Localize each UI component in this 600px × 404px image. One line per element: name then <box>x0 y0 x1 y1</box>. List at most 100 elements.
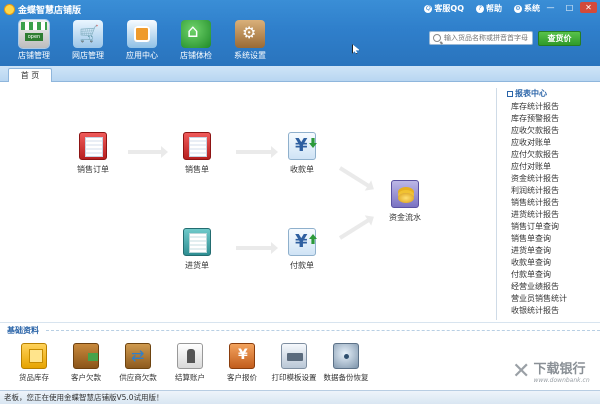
report-link[interactable]: 库存预警报告 <box>511 113 567 125</box>
status-bar: 老板，您正在使用金蝶智慧店铺版V5.0试用版！ <box>0 390 600 404</box>
flow-payment[interactable]: 付款单 <box>277 228 327 271</box>
report-link[interactable]: 应收对账单 <box>511 137 567 149</box>
payment-yen-icon <box>288 228 317 256</box>
flow-label: 收款单 <box>290 165 314 174</box>
flow-arrow <box>128 146 168 158</box>
tab-strip: 首 页 <box>0 66 600 82</box>
health-check-icon <box>181 20 211 48</box>
base-data-section: 基础资料 货品库存 客户欠款 供应商欠款 结算账户 客户报价 打印模板设置 <box>0 322 600 390</box>
base-item-label: 客户报价 <box>227 373 257 382</box>
report-link[interactable]: 应付对账单 <box>511 161 567 173</box>
nav-label: 店铺体检 <box>180 51 212 60</box>
support-qq-link[interactable]: Q 客服QQ <box>424 3 464 14</box>
minimize-button[interactable]: — <box>542 2 559 13</box>
check-price-button[interactable]: 查货价 <box>538 31 581 46</box>
title-toolbar: 金蝶智慧店铺版 Q 客服QQ ? 帮助 ⚙ 系统 — □ ✕ 店铺管理 网店管理 <box>0 0 600 66</box>
wallet-icon <box>73 343 99 369</box>
report-link[interactable]: 进货单查询 <box>511 245 567 257</box>
report-link[interactable]: 应付欠款报告 <box>511 149 567 161</box>
base-item-label: 结算账户 <box>175 373 205 382</box>
tab-home[interactable]: 首 页 <box>8 68 52 82</box>
nav-online-store[interactable]: 网店管理 <box>62 20 114 64</box>
report-title-text: 报表中心 <box>515 89 547 98</box>
base-item-supplier-debt[interactable]: 供应商欠款 <box>112 343 164 383</box>
nav-store-management[interactable]: 店铺管理 <box>8 19 60 64</box>
arrow-up-icon <box>309 234 317 244</box>
window-tools: Q 客服QQ ? 帮助 ⚙ 系统 <box>424 3 540 14</box>
report-icon <box>507 90 513 97</box>
report-link[interactable]: 进货统计报告 <box>511 209 567 221</box>
storefront-icon <box>18 19 50 49</box>
cash-flow-coins-icon <box>391 180 419 208</box>
report-link[interactable]: 资金统计报告 <box>511 173 567 185</box>
flow-label: 付款单 <box>290 261 314 270</box>
nav-label: 网店管理 <box>72 51 104 60</box>
flow-label: 进货单 <box>185 261 209 270</box>
base-item-settlement-account[interactable]: 结算账户 <box>164 343 216 383</box>
report-link[interactable]: 付款单查询 <box>511 269 567 281</box>
nav-system-settings[interactable]: 系统设置 <box>224 20 276 64</box>
base-item-label: 数据备份恢复 <box>323 373 369 382</box>
report-center-title: 报表中心 <box>507 88 547 99</box>
watermark-text: 下载银行 www.downbank.cn <box>533 358 589 384</box>
watermark-logo-icon: ✕ <box>512 358 531 384</box>
app-center-icon <box>127 20 157 48</box>
base-item-customer-debt[interactable]: 客户欠款 <box>60 343 112 383</box>
report-link[interactable]: 销售统计报告 <box>511 197 567 209</box>
status-text: 老板，您正在使用金蝶智慧店铺版V5.0试用版！ <box>4 393 164 402</box>
base-item-inventory[interactable]: 货品库存 <box>8 343 60 383</box>
flow-cash-flow[interactable]: 资金流水 <box>380 180 430 223</box>
app-logo-icon <box>4 3 15 15</box>
flow-arrow <box>236 242 278 254</box>
report-link[interactable]: 销售订单查询 <box>511 221 567 233</box>
base-data-title: 基础资料 <box>7 326 39 335</box>
app-title: 金蝶智慧店铺版 <box>4 2 81 16</box>
flow-arrow <box>236 146 278 158</box>
report-link[interactable]: 收银统计报告 <box>511 305 567 317</box>
report-link[interactable]: 收款单查询 <box>511 257 567 269</box>
arrow-down-icon <box>309 138 317 148</box>
flow-arrow <box>338 218 370 240</box>
support-qq-label: 客服QQ <box>434 4 464 13</box>
base-item-print-template[interactable]: 打印模板设置 <box>268 343 320 383</box>
report-link[interactable]: 经营业绩报告 <box>511 281 567 293</box>
shopping-cart-icon <box>73 20 103 48</box>
base-item-label: 客户欠款 <box>71 373 101 382</box>
close-button[interactable]: ✕ <box>580 2 597 13</box>
main-nav: 店铺管理 网店管理 应用中心 店铺体检 系统设置 <box>8 19 276 64</box>
sales-order-icon <box>79 132 107 160</box>
report-link[interactable]: 销售单查询 <box>511 233 567 245</box>
account-book-icon <box>177 343 203 369</box>
flow-receipt[interactable]: 收款单 <box>277 132 327 175</box>
qq-icon: Q <box>424 4 433 13</box>
supplier-transfer-icon <box>125 343 151 369</box>
maximize-button[interactable]: □ <box>561 2 578 13</box>
report-link[interactable]: 库存统计报告 <box>511 101 567 113</box>
search-input[interactable] <box>444 32 532 44</box>
system-menu[interactable]: ⚙ 系统 <box>514 3 540 14</box>
help-link[interactable]: ? 帮助 <box>476 3 502 14</box>
printer-icon <box>281 343 307 369</box>
base-item-backup-restore[interactable]: 数据备份恢复 <box>320 343 372 383</box>
base-item-label: 货品库存 <box>19 373 49 382</box>
help-label: 帮助 <box>486 4 502 13</box>
flow-purchase-in[interactable]: 进货单 <box>172 228 222 271</box>
help-icon: ? <box>476 4 484 13</box>
flow-label: 销售单 <box>185 165 209 174</box>
inventory-box-icon <box>21 343 47 369</box>
nav-label: 应用中心 <box>126 51 158 60</box>
base-item-customer-quote[interactable]: 客户报价 <box>216 343 268 383</box>
flow-sales-order[interactable]: 销售订单 <box>68 132 118 175</box>
nav-health-check[interactable]: 店铺体检 <box>170 20 222 64</box>
gear-icon: ⚙ <box>514 4 522 13</box>
report-center-panel: 报表中心 库存统计报告 库存预警报告 应收欠款报告 应收对账单 应付欠款报告 应… <box>496 88 600 320</box>
report-link[interactable]: 营业员销售统计 <box>511 293 567 305</box>
report-link[interactable]: 利润统计报告 <box>511 185 567 197</box>
base-data-items: 货品库存 客户欠款 供应商欠款 结算账户 客户报价 打印模板设置 数据备份恢复 <box>8 343 372 383</box>
report-link[interactable]: 应收欠款报告 <box>511 125 567 137</box>
flow-sales-slip[interactable]: 销售单 <box>172 132 222 175</box>
receipt-yen-icon <box>288 132 316 160</box>
nav-app-center[interactable]: 应用中心 <box>116 20 168 64</box>
watermark-name: 下载银行 <box>533 362 586 377</box>
watermark-url: www.downbank.cn <box>533 377 590 384</box>
